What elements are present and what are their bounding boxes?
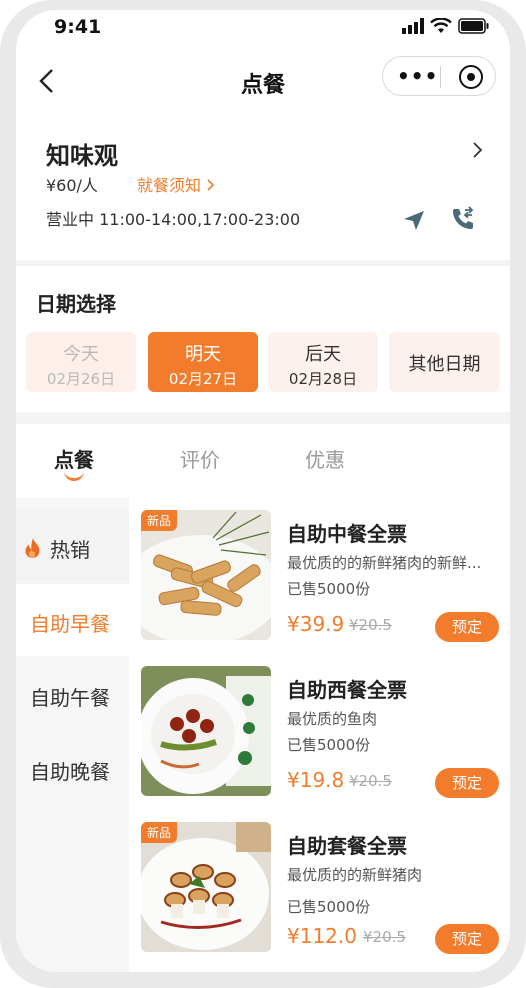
tab-bar: 点餐 评价 优惠 [16, 424, 510, 498]
sidebar-item-hot[interactable]: 热销 [16, 510, 129, 582]
western-dish-photo [141, 666, 271, 796]
flame-icon [25, 538, 40, 558]
product-name: 自助套餐全票 [287, 834, 407, 858]
sidebar-item-breakfast[interactable]: 自助早餐 [16, 584, 129, 656]
screen: 9:41 点餐 ••• 知味观 ¥60/人 就餐须知 营业中 11:00-14:… [16, 10, 510, 972]
date-label: 明天 [185, 344, 221, 365]
sidebar-label: 自助晚餐 [30, 760, 110, 784]
date-option-today[interactable]: 今天 02月26日 [26, 332, 136, 392]
tab-order[interactable]: 点餐 [54, 444, 94, 473]
sold-count: 已售5000份 [287, 736, 371, 754]
signal-icon [402, 18, 424, 34]
sidebar-label: 自助早餐 [30, 612, 110, 636]
product-card[interactable]: 新品 自助中餐全票 最优质的的新鲜猪肉的新鲜... 已售5000份 ¥39.9 … [141, 510, 506, 642]
sold-count: 已售5000份 [287, 580, 371, 598]
product-card[interactable]: 自助西餐全票 最优质的鱼肉 已售5000份 ¥19.8 ¥20.5 预定 [141, 666, 506, 798]
shop-info[interactable]: 知味观 ¥60/人 就餐须知 营业中 11:00-14:00,17:00-23:… [16, 116, 510, 260]
shop-name: 知味观 [46, 142, 118, 170]
sidebar-label: 自助午餐 [30, 686, 110, 710]
wifi-icon [430, 18, 452, 33]
date-value: 02月26日 [46, 370, 116, 388]
date-section-title: 日期选择 [36, 292, 116, 316]
sold-count: 已售5000份 [287, 898, 371, 916]
product-name: 自助中餐全票 [287, 522, 407, 546]
product-price: ¥112.0 [287, 924, 357, 948]
category-sidebar: 热销 自助早餐 自助午餐 自助晚餐 [16, 498, 129, 972]
new-badge: 新品 [141, 822, 178, 843]
more-icon[interactable]: ••• [397, 66, 438, 86]
date-label: 后天 [305, 344, 341, 365]
nav-bar: 点餐 ••• [16, 50, 510, 116]
mini-program-capsule: ••• [382, 56, 496, 96]
close-target-icon[interactable] [459, 65, 483, 89]
date-value: 02月28日 [288, 370, 358, 388]
phone-frame: 9:41 点餐 ••• 知味观 ¥60/人 就餐须知 营业中 11:00-14:… [0, 0, 526, 988]
avg-price: ¥60/人 [46, 176, 98, 195]
original-price: ¥20.5 [349, 616, 392, 634]
product-description: 最优质的的新鲜猪肉的新鲜... [287, 554, 482, 572]
product-price: ¥19.8 [287, 768, 345, 792]
date-selection: 日期选择 今天 02月26日 明天 02月27日 后天 02月28日 其他日期 [16, 266, 510, 412]
sidebar-label: 热销 [50, 538, 90, 562]
menu-content: 热销 自助早餐 自助午餐 自助晚餐 新品 自助中餐全票 最优质的的新鲜猪肉的新鲜… [16, 498, 510, 972]
navigation-send-icon[interactable] [402, 208, 426, 232]
product-price: ¥39.9 [287, 612, 345, 636]
business-hours: 营业中 11:00-14:00,17:00-23:00 [46, 210, 301, 229]
product-name: 自助西餐全票 [287, 678, 407, 702]
battery-icon [458, 18, 489, 34]
product-description: 最优质的鱼肉 [287, 710, 378, 728]
sidebar-item-lunch[interactable]: 自助午餐 [16, 658, 129, 730]
date-label: 今天 [63, 344, 99, 365]
original-price: ¥20.5 [363, 928, 406, 946]
date-option-other[interactable]: 其他日期 [389, 332, 500, 392]
active-tab-indicator [64, 470, 84, 481]
date-option-day-after[interactable]: 后天 02月28日 [268, 332, 378, 392]
book-button[interactable]: 预定 [435, 768, 499, 798]
dining-notice-label: 就餐须知 [137, 176, 202, 195]
product-image [141, 666, 271, 796]
dining-notice-link[interactable]: 就餐须知 [137, 172, 216, 196]
sidebar-item-dinner[interactable]: 自助晚餐 [16, 732, 129, 804]
book-button[interactable]: 预定 [435, 612, 499, 642]
tab-reviews[interactable]: 评价 [180, 444, 220, 473]
original-price: ¥20.5 [349, 772, 392, 790]
status-bar: 9:41 [16, 10, 510, 50]
status-icons [402, 18, 490, 34]
product-card[interactable]: 新品 自助套餐全票 最优质的的新鲜猪肉 已售5000份 ¥112.0 ¥20.5… [141, 822, 506, 954]
capsule-divider [440, 66, 441, 88]
date-value: 02月27日 [168, 370, 238, 388]
date-label: 其他日期 [408, 354, 481, 375]
tab-offers[interactable]: 优惠 [305, 444, 345, 473]
phone-call-icon[interactable] [450, 206, 476, 232]
chevron-right-small-icon [207, 179, 215, 191]
new-badge: 新品 [141, 510, 178, 531]
status-time: 9:41 [54, 16, 102, 38]
date-option-tomorrow[interactable]: 明天 02月27日 [148, 332, 258, 392]
chevron-right-icon[interactable] [470, 142, 486, 158]
product-description: 最优质的的新鲜猪肉 [287, 866, 423, 884]
book-button[interactable]: 预定 [435, 924, 499, 954]
